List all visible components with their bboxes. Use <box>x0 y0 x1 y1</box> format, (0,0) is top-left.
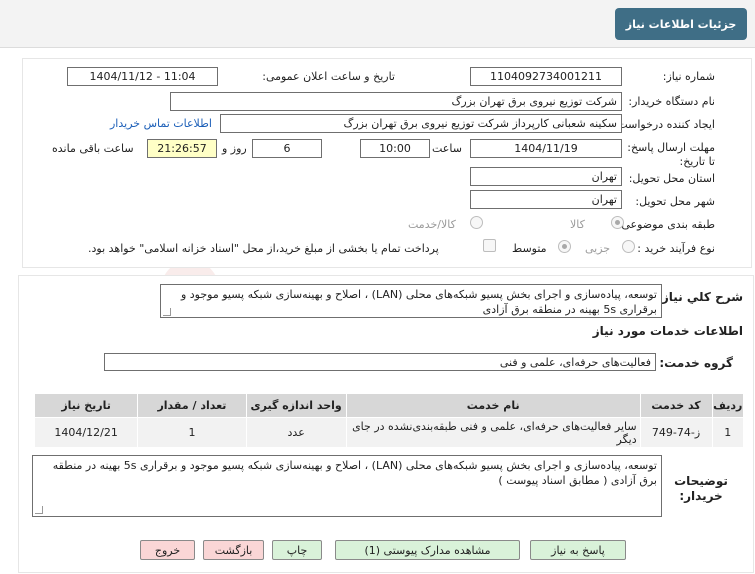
cell-row-number: 1 <box>711 417 745 448</box>
buyer-notes-text: توسعه، پیاده‌سازی و اجرای بخش پسیو شبکه‌… <box>52 459 657 487</box>
table-header-row: ردیف کد خدمت نام خدمت واحد اندازه گیری ت… <box>33 393 745 418</box>
buyer-org-field: شرکت توزیع نیروی برق تهران بزرگ <box>170 92 622 111</box>
reply-button[interactable]: پاسخ به نیاز <box>530 540 626 560</box>
category-goods-radio[interactable] <box>611 216 624 229</box>
col-service-name: نام خدمت <box>345 393 641 418</box>
cell-service-name: سایر فعالیت‌های حرفه‌ای، علمی و فنی طبقه… <box>345 417 641 448</box>
back-button[interactable]: بازگشت <box>203 540 264 560</box>
category-goods-service-radio[interactable] <box>470 216 483 229</box>
city-label: شهر محل تحویل: <box>635 195 715 208</box>
province-label: استان محل تحویل: <box>628 172 715 185</box>
announce-datetime-label: تاریخ و ساعت اعلان عمومی: <box>262 70 395 83</box>
announce-datetime-field: 1404/11/12 - 11:04 <box>67 67 218 86</box>
buyer-contact-link[interactable]: اطلاعات تماس خریدار <box>110 117 212 130</box>
days-remaining-field: 6 <box>252 139 322 158</box>
buyer-org-label: نام دستگاه خریدار: <box>628 95 715 108</box>
days-label: روز و <box>222 142 247 155</box>
page-title-button[interactable]: جزئیات اطلاعات نیاز <box>615 8 747 40</box>
need-number-field: 1104092734001211 <box>470 67 622 86</box>
deadline-label: مهلت ارسال پاسخ: تا تاریخ: <box>627 141 715 168</box>
category-label: طبقه بندی موضوعی: <box>617 218 715 231</box>
purchase-small-label: جزیی <box>585 242 611 255</box>
treasury-checkbox[interactable] <box>483 239 496 252</box>
purchase-medium-radio[interactable] <box>558 240 571 253</box>
category-goods-label: کالا <box>570 218 585 231</box>
city-field: تهران <box>470 190 622 209</box>
requester-label: ایجاد کننده درخواست: <box>613 118 715 131</box>
purchase-small-radio[interactable] <box>622 240 635 253</box>
deadline-date-field: 1404/11/19 <box>470 139 622 158</box>
cell-need-date: 1404/12/21 <box>33 417 139 448</box>
exit-button[interactable]: خروج <box>140 540 195 560</box>
deadline-time-field: 10:00 <box>360 139 430 158</box>
col-unit: واحد اندازه گیری <box>245 393 347 418</box>
col-need-date: تاریخ نیاز <box>33 393 139 418</box>
service-group-field: فعالیت‌های حرفه‌ای، علمی و فنی <box>104 353 656 371</box>
deadline-time-label: ساعت <box>432 142 462 155</box>
cell-unit: عدد <box>245 417 347 448</box>
cell-service-code: ز-74-749 <box>639 417 713 448</box>
buyer-notes-textarea[interactable]: توسعه، پیاده‌سازی و اجرای بخش پسیو شبکه‌… <box>32 455 662 517</box>
description-text: توسعه، پیاده‌سازی و اجرای بخش پسیو شبکه‌… <box>180 288 657 316</box>
cell-quantity: 1 <box>137 417 247 448</box>
print-button[interactable]: چاپ <box>272 540 322 560</box>
services-table: ردیف کد خدمت نام خدمت واحد اندازه گیری ت… <box>33 393 745 448</box>
notes-resize-handle-icon[interactable] <box>35 506 43 514</box>
treasury-note: پرداخت تمام یا بخشی از مبلغ خرید،از محل … <box>88 242 439 255</box>
need-number-label: شماره نیاز: <box>662 70 715 83</box>
resize-handle-icon[interactable] <box>163 308 171 316</box>
category-goods-service-label: کالا/خدمت <box>408 218 456 231</box>
remaining-time-label: ساعت باقی مانده <box>52 142 134 155</box>
remaining-time-field: 21:26:57 <box>147 139 217 158</box>
requester-field: سکینه شعبانی کارپرداز شرکت توزیع نیروی ب… <box>220 114 622 133</box>
description-textarea[interactable]: توسعه، پیاده‌سازی و اجرای بخش پسیو شبکه‌… <box>160 284 662 318</box>
col-service-code: کد خدمت <box>639 393 713 418</box>
col-row-number: ردیف <box>711 393 745 418</box>
view-documents-button[interactable]: مشاهده مدارک پیوستی (1) <box>335 540 520 560</box>
province-field: تهران <box>470 167 622 186</box>
purchase-medium-label: متوسط <box>512 242 547 255</box>
table-row: 1 ز-74-749 سایر فعالیت‌های حرفه‌ای، علمی… <box>33 417 745 448</box>
service-group-label: گروه خدمت: <box>659 356 733 370</box>
col-quantity: تعداد / مقدار <box>137 393 247 418</box>
description-label: شرح کلي نياز: <box>657 290 743 304</box>
buyer-notes-label: توضیحات خریدار: <box>674 474 728 503</box>
purchase-type-label: نوع فرآیند خرید : <box>637 242 715 255</box>
services-section-title: اطلاعات خدمات مورد نیاز <box>592 324 743 338</box>
